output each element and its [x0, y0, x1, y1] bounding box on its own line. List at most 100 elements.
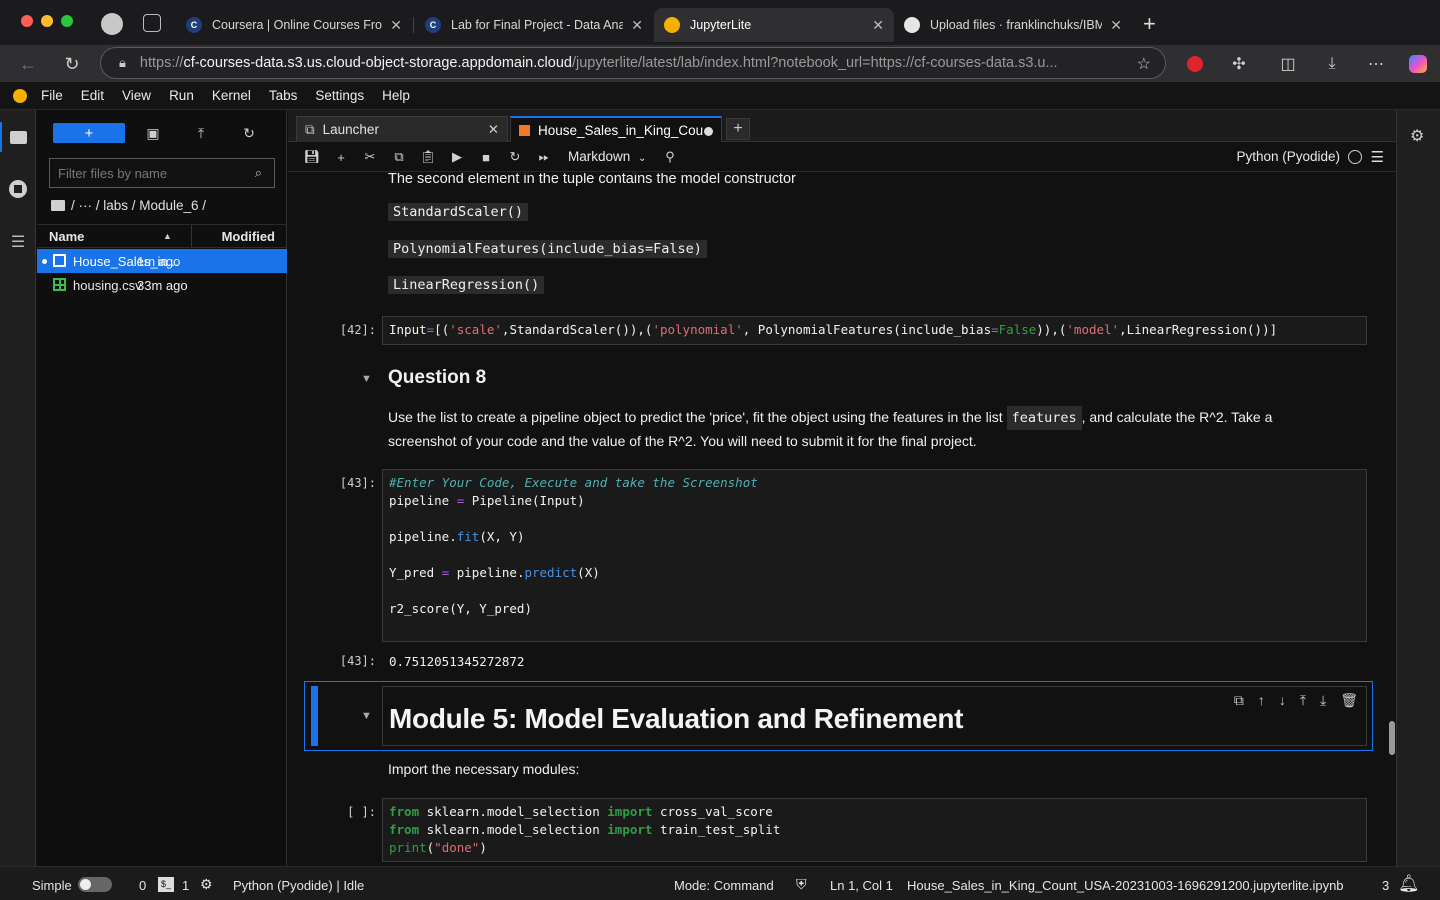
notebook-scrollbar[interactable]	[1388, 173, 1396, 866]
new-folder-icon[interactable]: ▣	[142, 122, 164, 144]
browser-tab-github[interactable]: Upload files · franklinchuks/IBM ✕	[894, 8, 1132, 42]
menu-settings[interactable]: Settings	[315, 88, 364, 103]
main-area: ⧉ Launcher ✕ House_Sales_in_King_Cou + 💾…	[288, 110, 1396, 866]
url-bar[interactable]: 🔒︎ https://cf-courses-data.s3.us.cloud-o…	[100, 47, 1166, 79]
more-options-icon[interactable]: ⋯	[1364, 53, 1388, 75]
kernel-name[interactable]: Python (Pyodide)	[1236, 149, 1340, 164]
menu-help[interactable]: Help	[382, 88, 410, 103]
tab-launcher[interactable]: ⧉ Launcher ✕	[296, 116, 508, 142]
save-icon[interactable]: 💾︎	[301, 147, 323, 167]
notebook-file-icon	[53, 254, 66, 267]
duplicate-cell-icon[interactable]: ⧉	[1234, 692, 1244, 709]
breadcrumb[interactable]: / ··· / labs / Module_6 /	[51, 198, 206, 213]
property-inspector-icon[interactable]: ⚙	[1410, 126, 1424, 146]
terminal-count[interactable]: 0	[139, 878, 146, 893]
inline-code: LinearRegression()	[388, 276, 545, 294]
insert-above-icon[interactable]: ⤒	[1300, 692, 1306, 709]
fast-forward-icon[interactable]: ⏩︎	[533, 147, 555, 167]
new-tab-icon[interactable]: +	[1143, 11, 1156, 37]
profile-avatar-icon[interactable]	[101, 13, 123, 35]
file-filter-input[interactable]: Filter files by name ⌕	[49, 158, 275, 188]
insert-below-icon[interactable]: ⤓	[1320, 692, 1326, 709]
collapse-caret-icon[interactable]: ▼	[361, 710, 372, 722]
code-cell-input[interactable]: Input=[('scale',StandardScaler()),('poly…	[382, 316, 1367, 345]
column-modified[interactable]: Modified	[222, 229, 275, 244]
kernel-status[interactable]: Python (Pyodide) | Idle	[233, 878, 364, 893]
move-up-icon[interactable]: ↑	[1258, 692, 1265, 709]
tab-actions-icon[interactable]	[143, 14, 161, 32]
close-window-button[interactable]	[21, 15, 33, 27]
close-tab-icon[interactable]: ✕	[631, 17, 643, 34]
extensions-puzzle-icon[interactable]: ✣	[1227, 53, 1251, 75]
close-tab-icon[interactable]: ✕	[390, 17, 402, 34]
close-tab-icon[interactable]: ✕	[1110, 17, 1122, 34]
scrollbar-thumb[interactable]	[1389, 721, 1395, 755]
back-icon[interactable]: ←	[15, 51, 41, 77]
menu-icon[interactable]: ☰	[1371, 148, 1384, 166]
code-cell-input[interactable]: #Enter Your Code, Execute and take the S…	[382, 469, 1367, 642]
code-cell-input[interactable]: from sklearn.model_selection import cros…	[382, 798, 1367, 862]
paste-icon[interactable]: 📋︎	[417, 147, 439, 167]
simple-mode-toggle[interactable]	[78, 877, 112, 892]
copilot-icon[interactable]	[1406, 53, 1430, 75]
close-tab-icon[interactable]: ✕	[488, 122, 499, 138]
menu-view[interactable]: View	[122, 88, 151, 103]
menu-tabs[interactable]: Tabs	[269, 88, 298, 103]
trusted-shield-icon[interactable]: ⛨	[796, 876, 807, 893]
maximize-window-button[interactable]	[61, 15, 73, 27]
copy-icon[interactable]: ⧉	[388, 147, 410, 167]
run-icon[interactable]: ▶	[446, 147, 468, 167]
running-kernels-icon[interactable]	[7, 178, 29, 200]
tab-title: JupyterLite	[690, 18, 752, 32]
cell-type-select[interactable]: Markdown ⌄	[568, 149, 646, 164]
bell-icon[interactable]: 🔔︎	[1398, 874, 1420, 894]
extension-red-icon[interactable]	[1183, 53, 1207, 75]
refresh-icon[interactable]: ↻	[238, 122, 260, 144]
file-row-csv[interactable]: housing.csv 33m ago	[37, 273, 287, 297]
unsaved-dot-icon[interactable]	[704, 127, 713, 136]
downloads-icon[interactable]: ⤓	[1320, 53, 1344, 75]
table-of-contents-icon[interactable]: ☰	[7, 231, 29, 253]
browser-tab-jupyterlite[interactable]: JupyterLite ✕	[654, 8, 894, 42]
new-tab-icon[interactable]: +	[726, 118, 750, 140]
reload-icon[interactable]: ↻	[59, 51, 85, 77]
collapse-caret-icon[interactable]: ▼	[361, 373, 372, 385]
insert-cell-icon[interactable]: +	[330, 147, 352, 167]
tab-notebook[interactable]: House_Sales_in_King_Cou	[510, 116, 722, 142]
restart-icon[interactable]: ↻	[504, 147, 526, 167]
file-row-notebook[interactable]: House_Sales_in... 1m ago	[37, 249, 287, 273]
split-screen-icon[interactable]: ◫	[1276, 53, 1300, 75]
kernel-count[interactable]: 1	[182, 878, 189, 893]
folder-icon[interactable]	[51, 200, 65, 211]
csv-file-icon	[53, 278, 66, 291]
menu-edit[interactable]: Edit	[81, 88, 104, 103]
sort-ascending-icon[interactable]: ▲	[163, 231, 172, 241]
column-divider	[191, 225, 192, 247]
cursor-position[interactable]: Ln 1, Col 1	[830, 878, 893, 893]
stop-icon[interactable]: ■	[475, 147, 497, 167]
selected-cell[interactable]: ▼ Module 5: Model Evaluation and Refinem…	[304, 681, 1373, 751]
terminal-icon[interactable]: $_	[158, 877, 174, 892]
browser-tab-coursera[interactable]: C Coursera | Online Courses From ✕	[176, 8, 412, 42]
upload-icon[interactable]: ⤒	[190, 122, 212, 144]
kernel-gear-icon[interactable]: ⚙	[200, 876, 213, 893]
favorite-star-icon[interactable]: ☆	[1137, 54, 1151, 74]
column-name[interactable]: Name	[49, 229, 84, 244]
delete-cell-icon[interactable]: 🗑︎	[1340, 692, 1358, 709]
search-icon: ⌕	[254, 165, 262, 180]
menu-file[interactable]: File	[41, 88, 63, 103]
menu-run[interactable]: Run	[169, 88, 194, 103]
close-tab-icon[interactable]: ✕	[872, 17, 884, 34]
minimize-window-button[interactable]	[41, 15, 53, 27]
notification-count[interactable]: 3	[1382, 878, 1389, 893]
new-launcher-button[interactable]: +	[53, 123, 125, 143]
notebook-panel[interactable]: The second element in the tuple contains…	[288, 173, 1386, 866]
pin-icon[interactable]: ⚲	[659, 147, 681, 167]
cut-icon[interactable]: ✂	[359, 147, 381, 167]
folder-icon[interactable]	[7, 126, 29, 148]
menu-kernel[interactable]: Kernel	[212, 88, 251, 103]
file-modified: 1m ago	[137, 253, 181, 269]
breadcrumb-path[interactable]: / ··· / labs / Module_6 /	[71, 198, 206, 213]
browser-tab-lab[interactable]: C Lab for Final Project - Data Ana ✕	[415, 8, 653, 42]
move-down-icon[interactable]: ↓	[1279, 692, 1286, 709]
